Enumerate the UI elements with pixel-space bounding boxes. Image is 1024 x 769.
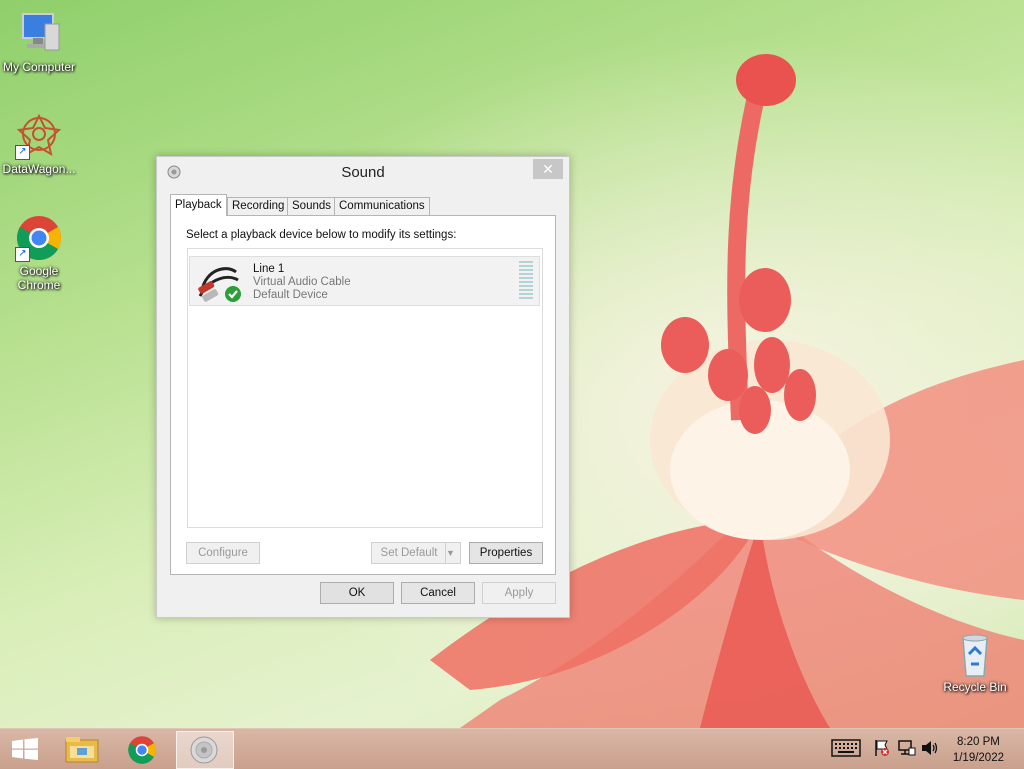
desktop-icon-label: My Computer xyxy=(2,60,76,74)
device-status: Default Device xyxy=(253,289,328,301)
clock-time: 8:20 PM xyxy=(957,736,1000,748)
chevron-down-icon[interactable]: ▼ xyxy=(445,543,460,563)
properties-button[interactable]: Properties xyxy=(469,542,543,564)
volume-icon[interactable] xyxy=(921,739,939,757)
desktop-icon-label: DataWagon... xyxy=(2,162,76,176)
device-description: Virtual Audio Cable xyxy=(253,276,351,288)
cancel-button[interactable]: Cancel xyxy=(401,582,475,604)
set-default-button[interactable]: Set Default ▼ xyxy=(371,542,461,564)
ok-button[interactable]: OK xyxy=(320,582,394,604)
tab-playback[interactable]: Playback xyxy=(170,194,227,216)
chrome-icon xyxy=(128,736,156,764)
network-icon[interactable] xyxy=(898,739,916,757)
configure-button[interactable]: Configure xyxy=(186,542,260,564)
taskbar-clock[interactable]: 8:20 PM 1/19/2022 xyxy=(953,734,1004,766)
datawagon-icon: ↗ xyxy=(15,112,63,160)
dialog-title: Sound xyxy=(341,164,385,181)
recycle-bin-icon xyxy=(951,630,999,678)
computer-icon xyxy=(15,10,63,58)
sound-dialog: Sound ✕ Playback Recording Sounds Commun… xyxy=(156,156,570,618)
set-default-label: Set Default xyxy=(380,547,438,559)
device-name: Line 1 xyxy=(253,263,285,275)
clock-date: 1/19/2022 xyxy=(952,752,1004,764)
shortcut-arrow-icon: ↗ xyxy=(15,145,30,160)
desktop-icon-google-chrome[interactable]: ↗ Google Chrome xyxy=(0,214,78,292)
instruction-text: Select a playback device below to modify… xyxy=(186,229,457,241)
file-explorer-icon xyxy=(65,737,99,763)
tab-communications[interactable]: Communications xyxy=(334,197,430,215)
windows-start-icon xyxy=(12,738,38,760)
taskbar: 8:20 PM 1/19/2022 xyxy=(0,728,1024,769)
speaker-icon xyxy=(190,736,218,764)
taskbar-file-explorer[interactable] xyxy=(56,731,112,767)
taskbar-sound[interactable] xyxy=(176,731,234,769)
audio-cable-icon xyxy=(198,267,241,302)
chrome-icon: ↗ xyxy=(15,214,63,262)
start-button[interactable] xyxy=(0,731,56,767)
keyboard-icon[interactable] xyxy=(831,739,861,757)
desktop-icon-datawagon[interactable]: ↗ DataWagon... xyxy=(0,112,78,176)
close-button[interactable]: ✕ xyxy=(533,159,563,179)
shortcut-arrow-icon: ↗ xyxy=(15,247,30,262)
desktop-icon-recycle-bin[interactable]: Recycle Bin xyxy=(936,630,1014,694)
apply-button[interactable]: Apply xyxy=(482,582,556,604)
tab-recording[interactable]: Recording xyxy=(227,197,290,215)
desktop-icon-my-computer[interactable]: My Computer xyxy=(0,10,78,74)
device-list-item[interactable]: Line 1 Virtual Audio Cable Default Devic… xyxy=(189,256,540,306)
desktop-icon-label: Google Chrome xyxy=(17,264,61,292)
desktop-icon-label: Recycle Bin xyxy=(943,680,1007,694)
playback-tab-panel: Select a playback device below to modify… xyxy=(170,215,556,575)
volume-level-meter xyxy=(519,261,533,301)
device-list: Line 1 Virtual Audio Cable Default Devic… xyxy=(187,248,543,528)
dialog-titlebar[interactable]: Sound ✕ xyxy=(157,157,569,187)
taskbar-chrome[interactable] xyxy=(115,731,171,767)
tab-sounds[interactable]: Sounds xyxy=(287,197,337,215)
action-center-flag-icon[interactable] xyxy=(874,739,890,757)
